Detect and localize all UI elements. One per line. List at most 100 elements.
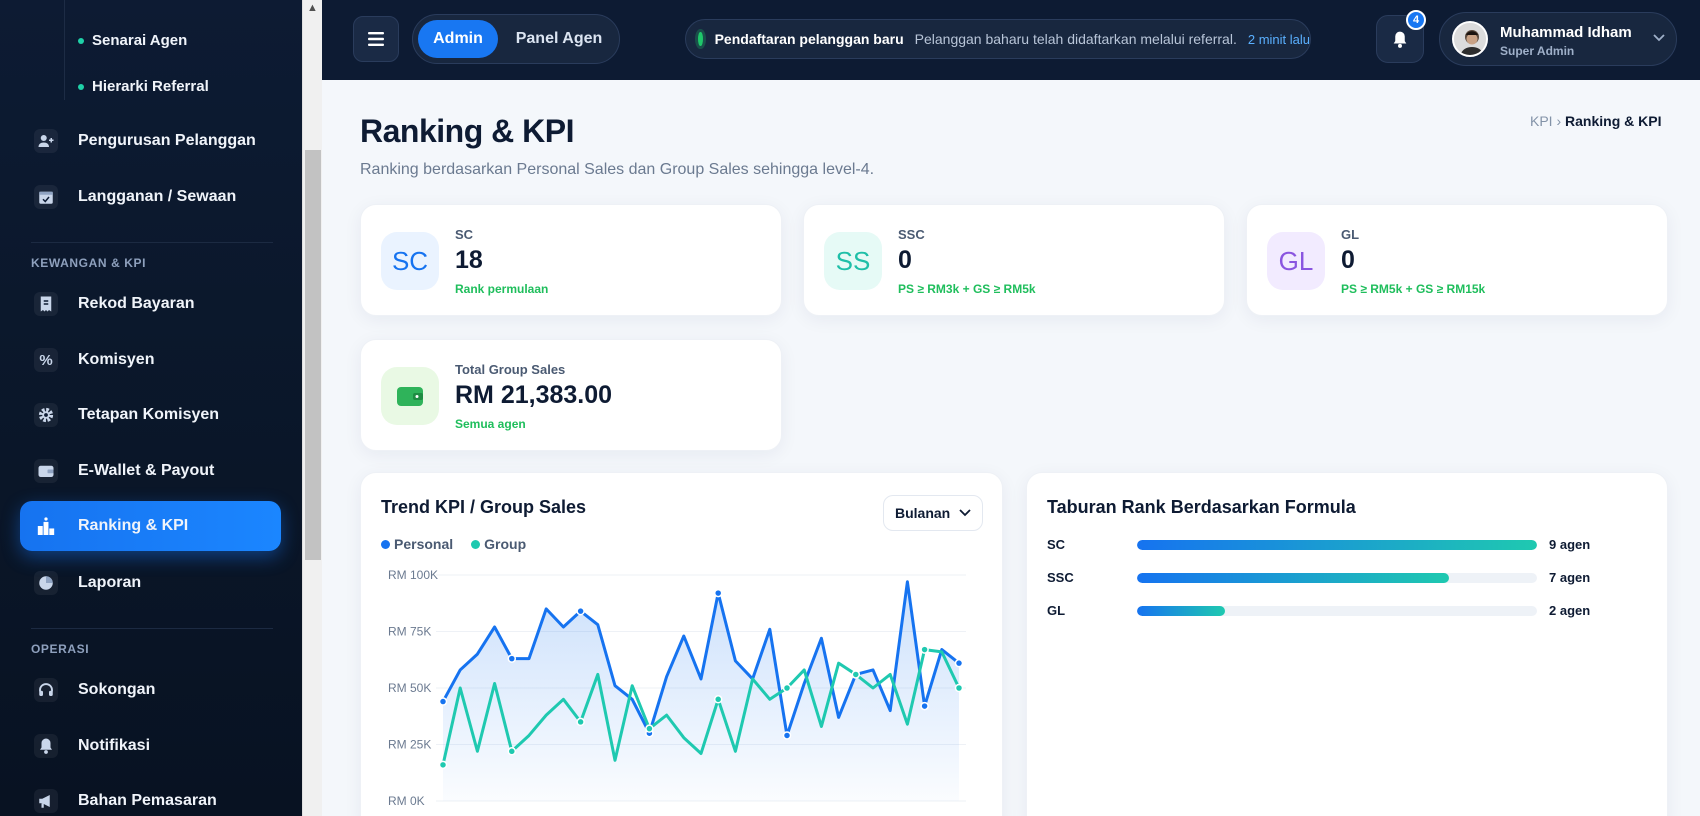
distribution-track bbox=[1137, 573, 1537, 583]
sidebar-item-rekod-bayaran[interactable]: Rekod Bayaran bbox=[20, 279, 281, 329]
wallet-icon bbox=[381, 367, 439, 425]
y-tick-label: RM 100K bbox=[388, 568, 438, 582]
data-point-personal bbox=[954, 658, 964, 668]
submenu-line bbox=[64, 0, 65, 100]
sidebar-item-label: Sokongan bbox=[78, 681, 156, 698]
sidebar-item-label: Tetapan Komisyen bbox=[78, 406, 220, 423]
chevron-down-icon bbox=[1653, 34, 1665, 42]
scroll-up-icon[interactable]: ▲ bbox=[307, 2, 318, 14]
sidebar-subitem-label: Hierarki Referral bbox=[92, 78, 209, 95]
kpi-label: Total Group Sales bbox=[455, 362, 566, 377]
podium-icon bbox=[34, 514, 58, 538]
sidebar-item-sokongan[interactable]: Sokongan bbox=[20, 665, 281, 715]
data-point-group bbox=[438, 760, 448, 770]
sidebar-item-pengurusan-pelanggan[interactable]: Pengurusan Pelanggan bbox=[20, 116, 281, 166]
mode-agent-button[interactable]: Panel Agen bbox=[503, 20, 615, 58]
breadcrumb-separator: › bbox=[1556, 113, 1562, 129]
breadcrumb: KPI › Ranking & KPI bbox=[1530, 113, 1662, 129]
kpi-card-sc: SC SC 18 Rank permulaan bbox=[360, 204, 782, 316]
user-name: Muhammad Idham bbox=[1500, 24, 1632, 41]
user-menu[interactable]: Muhammad Idham Super Admin bbox=[1439, 12, 1677, 66]
mode-admin-button[interactable]: Admin bbox=[418, 20, 498, 58]
sidebar-item-label: Rekod Bayaran bbox=[78, 295, 195, 312]
data-point-group bbox=[920, 645, 929, 654]
rank-sc-icon: SC bbox=[381, 232, 439, 290]
data-point-personal bbox=[920, 701, 929, 711]
user-role: Super Admin bbox=[1500, 44, 1575, 58]
user-plus-icon bbox=[34, 129, 58, 153]
data-point-group bbox=[645, 724, 654, 733]
pie-chart-icon bbox=[34, 571, 58, 595]
breadcrumb-parent[interactable]: KPI bbox=[1530, 113, 1553, 129]
kpi-value: 0 bbox=[1341, 246, 1355, 274]
distribution-bar bbox=[1137, 540, 1537, 550]
y-tick-label: RM 50K bbox=[388, 681, 431, 695]
sidebar-subitem-label: Senarai Agen bbox=[92, 32, 188, 49]
receipt-icon bbox=[34, 292, 58, 316]
data-point-personal bbox=[507, 654, 517, 663]
rank-ssc-icon: SS bbox=[824, 232, 882, 290]
bullet-icon bbox=[78, 84, 84, 90]
sidebar-item-notifikasi[interactable]: Notifikasi bbox=[20, 721, 281, 771]
data-point-personal bbox=[713, 588, 723, 598]
sidebar-item-tetapan-komisyen[interactable]: Tetapan Komisyen bbox=[20, 390, 281, 440]
distribution-count: 7 agen bbox=[1549, 570, 1591, 585]
menu-toggle-button[interactable] bbox=[353, 16, 399, 62]
sidebar-item-laporan[interactable]: Laporan bbox=[20, 558, 281, 608]
sidebar-item-ewallet[interactable]: E-Wallet & Payout bbox=[20, 446, 281, 496]
legend-label: Group bbox=[484, 536, 527, 552]
kpi-card-total-group-sales: Total Group Sales RM 21,383.00 Semua age… bbox=[360, 339, 782, 451]
data-point-group bbox=[954, 683, 964, 693]
data-point-personal bbox=[576, 606, 585, 616]
data-point-group bbox=[851, 670, 861, 679]
sidebar-item-label: E-Wallet & Payout bbox=[78, 462, 215, 479]
sidebar-item-langganan[interactable]: Langganan / Sewaan bbox=[20, 172, 281, 222]
sidebar-divider bbox=[31, 628, 273, 629]
sidebar-divider bbox=[31, 242, 273, 243]
section-title-finance: KEWANGAN & KPI bbox=[31, 256, 147, 270]
legend-personal[interactable]: Personal bbox=[381, 536, 453, 552]
kpi-value: RM 21,383.00 bbox=[455, 381, 613, 409]
distribution-bar bbox=[1137, 573, 1449, 583]
status-dot-icon bbox=[698, 32, 703, 46]
sidebar-item-komisyen[interactable]: % Komisyen bbox=[20, 335, 281, 385]
sidebar-item-label: Langganan / Sewaan bbox=[78, 188, 237, 205]
notification-time: 2 minit lalu bbox=[1247, 31, 1310, 47]
data-point-personal bbox=[782, 731, 792, 740]
live-notification[interactable]: Pendaftaran pelanggan baru Pelanggan bah… bbox=[685, 19, 1311, 59]
period-select[interactable]: Bulanan bbox=[883, 495, 983, 531]
kpi-label: SSC bbox=[898, 227, 925, 242]
distribution-label: SSC bbox=[1047, 570, 1074, 585]
kpi-value: 18 bbox=[455, 246, 483, 274]
calendar-icon bbox=[34, 185, 58, 209]
sidebar-scrollbar[interactable]: ▲ bbox=[302, 0, 322, 816]
sidebar-item-bahan-pemasaran[interactable]: Bahan Pemasaran bbox=[20, 776, 281, 816]
data-point-group bbox=[782, 683, 792, 693]
chevron-down-icon bbox=[959, 509, 971, 517]
distribution-bar bbox=[1137, 606, 1225, 616]
scrollbar-thumb[interactable] bbox=[305, 150, 321, 560]
sidebar-item-label: Laporan bbox=[78, 574, 142, 591]
notification-count-badge: 4 bbox=[1406, 10, 1426, 30]
kpi-value: 0 bbox=[898, 246, 912, 274]
avatar bbox=[1452, 21, 1488, 57]
sidebar-subitem-senarai-agen[interactable]: Senarai Agen bbox=[78, 32, 188, 49]
rank-gl-icon: GL bbox=[1267, 232, 1325, 290]
kpi-card-ssc: SS SSC 0 PS ≥ RM3k + GS ≥ RM5k bbox=[803, 204, 1225, 316]
legend-group[interactable]: Group bbox=[471, 536, 526, 552]
breadcrumb-current: Ranking & KPI bbox=[1565, 113, 1662, 129]
distribution-count: 2 agen bbox=[1549, 603, 1591, 618]
legend-label: Personal bbox=[394, 536, 454, 552]
distribution-row-ssc: SSC 7 agen bbox=[1047, 568, 1607, 588]
sidebar-item-ranking-kpi[interactable]: Ranking & KPI bbox=[20, 501, 281, 551]
megaphone-icon bbox=[34, 789, 58, 813]
gear-icon bbox=[34, 403, 58, 427]
kpi-note: Semua agen bbox=[455, 417, 526, 431]
chart-legend: Personal Group bbox=[381, 536, 526, 552]
kpi-label: SC bbox=[455, 227, 474, 242]
sidebar-subitem-hierarki-referral[interactable]: Hierarki Referral bbox=[78, 78, 209, 95]
distribution-label: GL bbox=[1047, 603, 1066, 618]
sidebar-item-label: Bahan Pemasaran bbox=[78, 792, 217, 809]
distribution-count: 9 agen bbox=[1549, 537, 1591, 552]
distribution-label: SC bbox=[1047, 537, 1066, 552]
